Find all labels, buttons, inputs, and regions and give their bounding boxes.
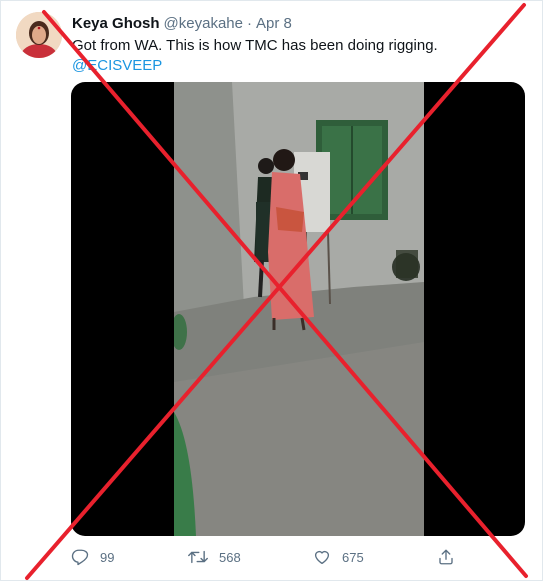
- avatar[interactable]: [16, 12, 62, 58]
- like-count: 675: [342, 549, 364, 565]
- reply-count: 99: [100, 549, 115, 565]
- retweet-count: 568: [219, 549, 241, 565]
- share-button[interactable]: [437, 546, 455, 568]
- tweet-card[interactable]: Keya Ghosh @keyakahe · Apr 8 Got from WA. T…: [0, 0, 543, 581]
- author-handle[interactable]: @keyakahe: [164, 15, 243, 32]
- reply-button[interactable]: 99: [71, 546, 114, 568]
- mention-link[interactable]: @ECISVEEP: [72, 56, 162, 76]
- video-player[interactable]: [71, 82, 525, 536]
- video-frame: [174, 82, 424, 536]
- author-display-name[interactable]: Keya Ghosh: [72, 15, 160, 32]
- reply-icon: [71, 549, 89, 566]
- action-bar: 99 568 675: [71, 546, 471, 568]
- tweet-header: Keya Ghosh @keyakahe · Apr 8: [72, 14, 292, 34]
- like-button[interactable]: 675: [313, 546, 364, 568]
- header-separator: ·: [246, 15, 252, 32]
- avatar-image: [16, 12, 62, 58]
- tweet-text: Got from WA. This is how TMC has been do…: [72, 37, 438, 54]
- tweet-date[interactable]: Apr 8: [256, 15, 292, 32]
- retweet-button[interactable]: 568: [188, 546, 241, 568]
- retweet-icon: [188, 550, 208, 564]
- share-icon: [439, 549, 453, 565]
- heart-icon: [314, 550, 330, 565]
